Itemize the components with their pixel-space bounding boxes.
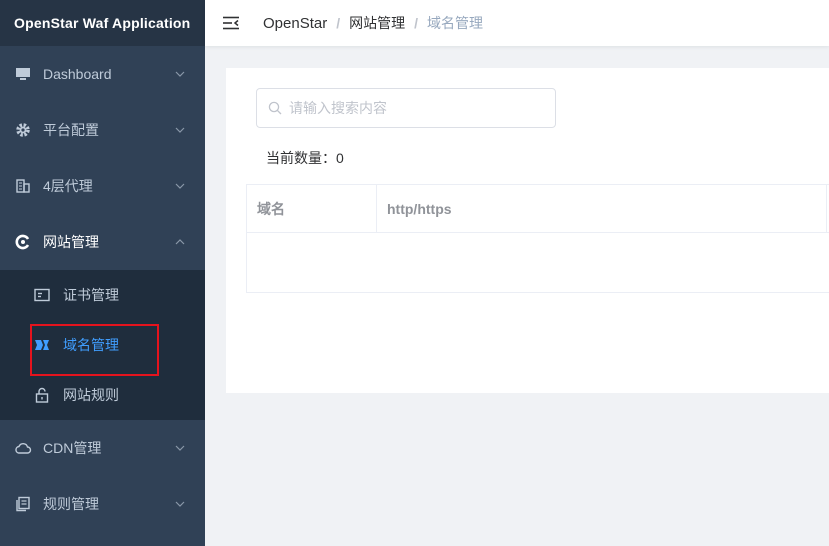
- sidebar-item-platform-config[interactable]: 平台配置: [0, 102, 205, 158]
- table-header: 域名 http/https: [247, 185, 829, 233]
- chevron-down-icon: [175, 127, 185, 133]
- sidebar-item-site-management[interactable]: 网站管理: [0, 214, 205, 270]
- globe-icon: [14, 233, 32, 251]
- domain-icon: [34, 337, 50, 353]
- search-icon: [268, 101, 282, 115]
- breadcrumb-item-site-management[interactable]: 网站管理: [349, 13, 405, 33]
- chevron-down-icon: [175, 183, 185, 189]
- sidebar-item-label: 域名管理: [63, 337, 119, 353]
- count-label: 当前数量：0: [266, 150, 344, 166]
- chevron-up-icon: [175, 239, 185, 245]
- sidebar-item-label: 规则管理: [43, 496, 99, 512]
- sidebar: OpenStar Waf Application Dashboard 平台配置 …: [0, 0, 205, 546]
- app-title: OpenStar Waf Application: [0, 0, 205, 46]
- cloud-icon: [14, 439, 32, 457]
- column-header-domain[interactable]: 域名: [247, 185, 377, 232]
- sidebar-item-l4-proxy[interactable]: 4层代理: [0, 158, 205, 214]
- sidebar-item-site-rules[interactable]: 网站规则: [0, 370, 205, 420]
- sidebar-item-label: 证书管理: [63, 287, 119, 303]
- breadcrumb-item-current: 域名管理: [427, 15, 483, 31]
- search-input[interactable]: [289, 100, 529, 116]
- menu-fold-icon[interactable]: [221, 15, 241, 31]
- sidebar-item-label: 平台配置: [43, 122, 99, 138]
- chevron-down-icon: [175, 501, 185, 507]
- app-root: OpenStar Waf Application Dashboard 平台配置 …: [0, 0, 829, 546]
- sidebar-item-label: 网站规则: [63, 387, 119, 403]
- chevron-down-icon: [175, 445, 185, 451]
- content-card: 当前数量：0 域名 http/https: [226, 68, 829, 393]
- column-header-protocol[interactable]: http/https: [377, 185, 827, 232]
- gear-icon: [14, 121, 32, 139]
- chevron-down-icon: [175, 71, 185, 77]
- sidebar-item-rule-management[interactable]: 规则管理: [0, 476, 205, 532]
- sidebar-item-domains[interactable]: 域名管理: [0, 320, 205, 370]
- sidebar-item-cdn[interactable]: CDN管理: [0, 420, 205, 476]
- breadcrumb: OpenStar / 网站管理 / 域名管理: [263, 13, 483, 33]
- sidebar-item-label: 4层代理: [43, 178, 93, 194]
- domain-table: 域名 http/https: [246, 184, 829, 293]
- breadcrumb-separator: /: [414, 15, 418, 31]
- sidebar-item-dashboard[interactable]: Dashboard: [0, 46, 205, 102]
- sidebar-item-certificates[interactable]: 证书管理: [0, 270, 205, 320]
- table-body: [247, 233, 829, 293]
- breadcrumb-separator: /: [336, 15, 341, 31]
- certificate-icon: [34, 287, 50, 303]
- breadcrumb-item-home[interactable]: OpenStar: [263, 15, 327, 32]
- monitor-icon: [14, 65, 32, 83]
- lock-open-icon: [34, 387, 50, 403]
- building-icon: [14, 177, 32, 195]
- submenu-site-management: 证书管理 域名管理 网站规则: [0, 270, 205, 420]
- navbar: OpenStar / 网站管理 / 域名管理: [205, 0, 829, 46]
- sidebar-item-label: 网站管理: [43, 234, 99, 250]
- sidebar-item-label: Dashboard: [43, 66, 112, 82]
- document-icon: [14, 495, 32, 513]
- search-box[interactable]: [256, 88, 556, 128]
- sidebar-item-label: CDN管理: [43, 440, 102, 456]
